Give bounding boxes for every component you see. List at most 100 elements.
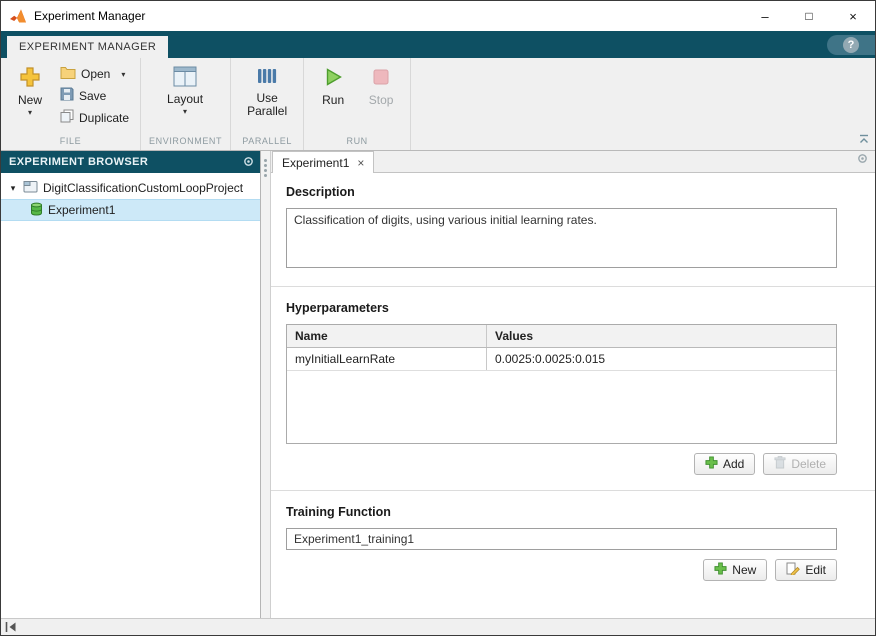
experiment-browser-header: EXPERIMENT BROWSER (1, 151, 260, 173)
close-button[interactable]: × (831, 1, 875, 31)
training-function-heading: Training Function (286, 505, 391, 519)
table-row[interactable]: myInitialLearnRate 0.0025:0.0025:0.015 (287, 348, 836, 371)
help-button[interactable]: ? (843, 37, 859, 53)
new-training-button-label: New (732, 563, 757, 577)
delete-button-label: Delete (791, 457, 826, 471)
open-button-label: Open (81, 67, 111, 81)
stop-button[interactable]: Stop (360, 63, 402, 110)
hyperparameter-values-cell[interactable]: 0.0025:0.0025:0.015 (487, 348, 836, 370)
tab-experiment1[interactable]: Experiment1 × (272, 151, 375, 173)
toolbar-group-run: Run Stop RUN (304, 58, 412, 150)
description-textarea[interactable]: Classification of digits, using various … (286, 208, 837, 268)
delete-hyperparameter-button[interactable]: Delete (763, 453, 837, 475)
toolbar-group-label-run: RUN (346, 136, 368, 146)
hyperparameter-name-cell[interactable]: myInitialLearnRate (287, 348, 487, 370)
add-plus-icon (714, 562, 727, 578)
duplicate-button[interactable]: Duplicate (57, 108, 132, 127)
tree-expand-caret-icon[interactable]: ▾ (8, 183, 18, 194)
collapse-left-icon (5, 620, 17, 635)
experiment-label: Experiment1 (48, 203, 116, 217)
tree-item-project[interactable]: ▾ DigitClassificationCustomLoopProject (1, 177, 260, 199)
collapse-ribbon-icon (858, 132, 870, 147)
stop-button-label: Stop (368, 93, 394, 107)
tree-item-experiment1[interactable]: Experiment1 (1, 199, 260, 221)
toolbar-group-label-parallel: PARALLEL (242, 136, 292, 146)
document-options-button[interactable] (857, 152, 868, 167)
chevron-down-icon: ▾ (121, 69, 126, 79)
experiment-browser-title: EXPERIMENT BROWSER (9, 156, 149, 168)
tab-close-icon[interactable]: × (357, 156, 364, 170)
document-area: Experiment1 × Description Classification… (271, 151, 875, 618)
chevron-down-icon: ▾ (183, 107, 188, 116)
main-area: EXPERIMENT BROWSER ▾ DigitClassification… (1, 151, 875, 618)
maximize-button[interactable]: □ (787, 1, 831, 31)
edit-training-function-button[interactable]: Edit (775, 559, 837, 581)
project-label: DigitClassificationCustomLoopProject (43, 181, 244, 195)
save-button-label: Save (79, 88, 107, 103)
table-empty-area (287, 371, 836, 443)
document-body: Description Classification of digits, us… (271, 173, 875, 618)
collapse-ribbon-button[interactable] (858, 132, 870, 147)
add-button-label: Add (722, 457, 745, 471)
ribbon-tab-strip: EXPERIMENT MANAGER ? (1, 31, 875, 58)
run-button[interactable]: Run (312, 63, 354, 110)
document-tab-bar: Experiment1 × (271, 151, 875, 173)
close-icon: × (849, 8, 857, 24)
tab-experiment1-label: Experiment1 (282, 155, 350, 170)
collapse-panel-button[interactable] (5, 620, 17, 635)
status-bar (1, 618, 875, 635)
toolbar: New ▾ Open ▾ Save Duplicate FILE Layout … (1, 58, 875, 151)
experiment-manager-window: Experiment Manager – □ × EXPERIMENT MANA… (0, 0, 876, 636)
browser-options-button[interactable] (243, 155, 254, 170)
save-button[interactable]: Save (57, 86, 132, 105)
hyperparameters-heading: Hyperparameters (286, 301, 389, 315)
add-hyperparameter-button[interactable]: Add (693, 453, 756, 475)
trash-icon (774, 456, 786, 472)
panel-splitter[interactable] (261, 151, 271, 618)
save-icon (60, 87, 74, 104)
run-icon (322, 66, 344, 91)
open-button[interactable]: Open ▾ (57, 65, 132, 83)
duplicate-button-label: Duplicate (79, 110, 130, 125)
edit-button-label: Edit (805, 563, 826, 577)
section-divider (271, 490, 875, 491)
edit-icon (786, 562, 801, 578)
tab-experiment-manager[interactable]: EXPERIMENT MANAGER (7, 36, 169, 58)
titlebar: Experiment Manager – □ × (1, 1, 875, 31)
splitter-handle-dots (264, 159, 267, 162)
column-header-values: Values (495, 329, 534, 343)
hyperparameters-table: Name Values myInitialLearnRate 0.0025:0.… (286, 324, 837, 444)
gear-icon (857, 152, 868, 167)
open-folder-icon (60, 66, 76, 82)
layout-icon (173, 66, 197, 90)
experiment-browser-panel: EXPERIMENT BROWSER ▾ DigitClassification… (1, 151, 261, 618)
layout-button-label: Layout (167, 92, 204, 106)
stop-icon (370, 66, 392, 91)
experiment-icon (30, 202, 43, 219)
toolbar-group-file: New ▾ Open ▾ Save Duplicate FILE (1, 58, 142, 150)
toolbar-group-environment: Layout ▾ ENVIRONMENT (141, 58, 232, 150)
training-function-input[interactable] (286, 528, 837, 550)
layout-button[interactable]: Layout ▾ (161, 63, 209, 119)
use-parallel-label-line1: Use (256, 91, 278, 105)
matlab-logo-icon (10, 9, 26, 23)
description-heading: Description (286, 185, 355, 199)
toolbar-group-label-environment: ENVIRONMENT (149, 136, 223, 146)
project-icon (23, 180, 38, 196)
duplicate-icon (60, 109, 74, 126)
new-button[interactable]: New ▾ (9, 63, 51, 120)
experiment-tree: ▾ DigitClassificationCustomLoopProject E… (1, 173, 260, 221)
use-parallel-label-line2: Parallel (247, 104, 288, 118)
window-title: Experiment Manager (34, 9, 146, 23)
use-parallel-button[interactable]: Use Parallel (241, 63, 293, 121)
toolbar-group-label-file: FILE (59, 136, 82, 146)
new-button-label: New (17, 93, 42, 107)
minimize-button[interactable]: – (743, 1, 787, 31)
help-pill: ? (827, 35, 875, 55)
hyperparameters-table-header: Name Values (287, 325, 836, 348)
new-training-function-button[interactable]: New (703, 559, 768, 581)
column-header-name: Name (287, 325, 487, 347)
gear-icon (243, 155, 254, 170)
parallel-icon (257, 66, 277, 89)
new-plus-icon (19, 66, 41, 91)
